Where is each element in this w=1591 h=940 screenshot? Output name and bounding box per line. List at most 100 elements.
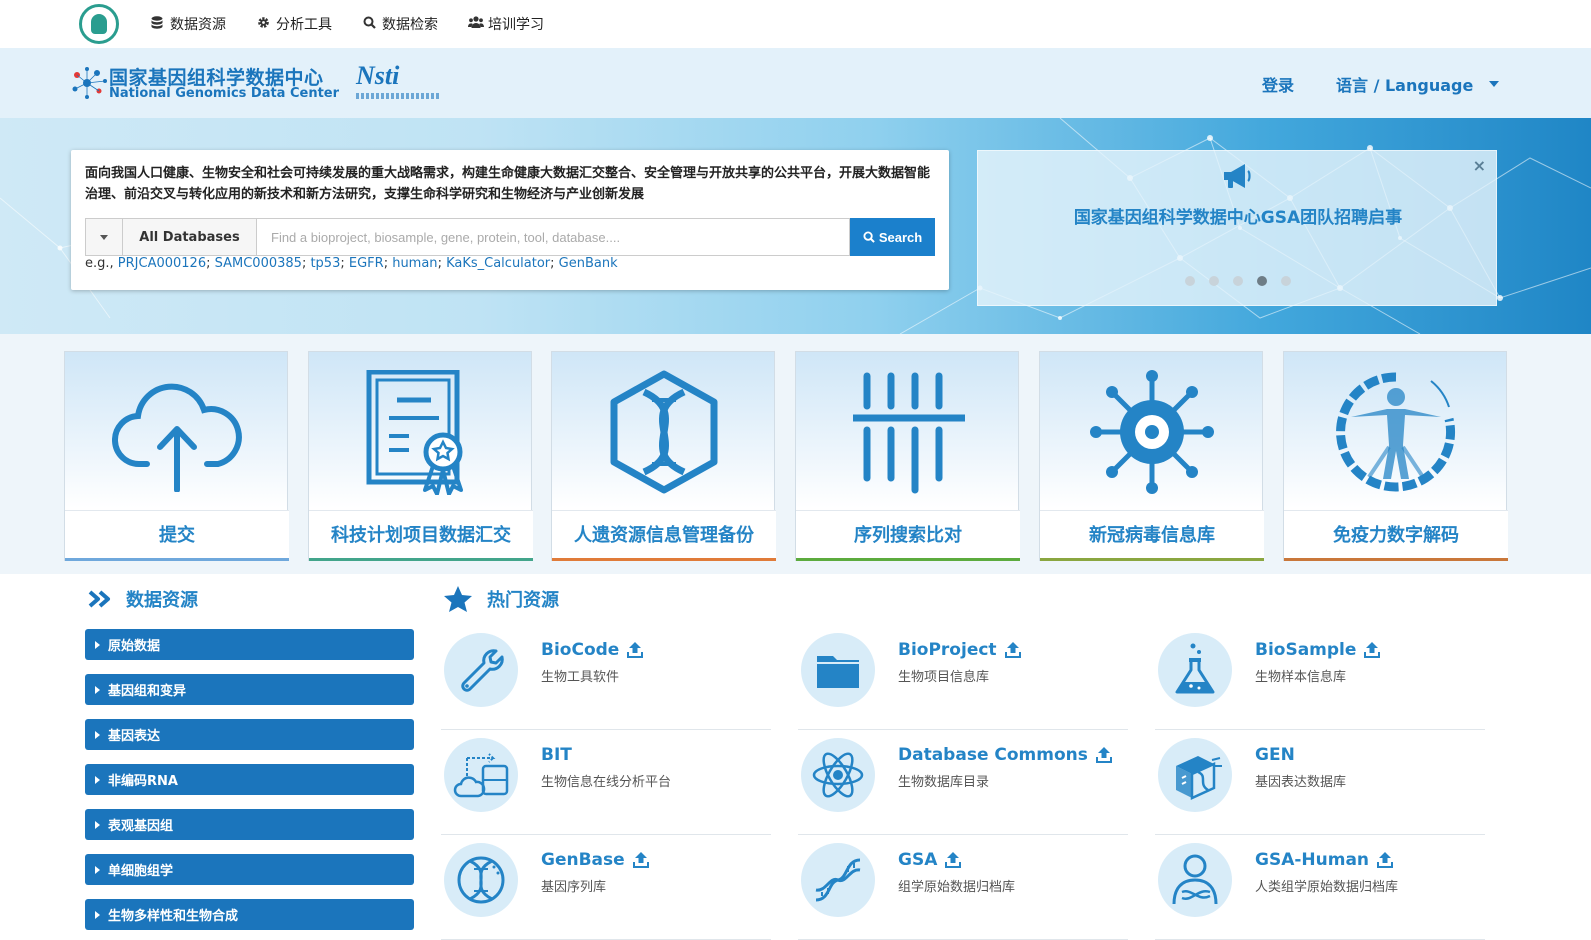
example-link[interactable]: human	[392, 256, 437, 271]
vitruvian-icon	[1336, 372, 1456, 492]
main-menu: 数据资源 分析工具 数据检索 培训学习	[150, 0, 544, 48]
menu-analysis-tools[interactable]: 分析工具	[256, 14, 332, 34]
resource-biocode[interactable]: BioCode 生物工具软件	[441, 625, 771, 730]
resource-icon-circle	[1158, 633, 1232, 707]
caret-right-icon	[95, 775, 100, 784]
caret-right-icon	[95, 910, 100, 919]
card-label: 序列搜索比对	[796, 510, 1020, 560]
category-gene-expression[interactable]: 基因表达	[85, 719, 414, 750]
resource-bit[interactable]: BIT 生物信息在线分析平台	[441, 730, 771, 835]
card-human-genetic-resources[interactable]: 人遗资源信息管理备份	[551, 351, 776, 561]
carousel-dot[interactable]	[1257, 276, 1267, 286]
example-link[interactable]: GenBank	[559, 256, 618, 271]
resource-title[interactable]: Database Commons	[898, 745, 1088, 765]
card-submit[interactable]: 提交	[64, 351, 289, 561]
carousel-dot[interactable]	[1185, 276, 1195, 286]
search-input[interactable]	[256, 218, 850, 256]
resource-description: 组学原始数据归档库	[898, 880, 1016, 895]
resource-database-commons[interactable]: Database Commons 生物数据库目录	[798, 730, 1128, 835]
carousel-dot[interactable]	[1281, 276, 1291, 286]
users-icon	[468, 15, 484, 33]
dna-hexagon-icon	[610, 370, 718, 493]
cloud-transfer-icon	[453, 753, 509, 798]
category-raw-data[interactable]: 原始数据	[85, 629, 414, 660]
upload-icon[interactable]	[1004, 641, 1021, 659]
search-examples: e.g., PRJCA000126; SAMC000385; tp53; EGF…	[85, 256, 618, 271]
upload-icon[interactable]	[1095, 746, 1112, 764]
resource-title[interactable]: GEN	[1255, 745, 1295, 765]
announcement-title[interactable]: 国家基因组科学数据中心GSA团队招聘启事	[978, 203, 1498, 228]
top-navbar: 数据资源 分析工具 数据检索 培训学习	[0, 0, 1591, 48]
card-immunity-decoding[interactable]: 免疫力数字解码	[1283, 351, 1508, 561]
upload-icon[interactable]	[627, 641, 644, 659]
category-single-cell[interactable]: 单细胞组学	[85, 854, 414, 885]
resource-title[interactable]: BioSample	[1255, 640, 1356, 660]
resource-bioproject[interactable]: BioProject 生物项目信息库	[798, 625, 1128, 730]
sequence-bars-icon	[853, 372, 965, 493]
menu-data-search[interactable]: 数据检索	[362, 14, 438, 34]
login-link[interactable]: 登录	[1262, 72, 1294, 96]
resource-description: 生物工具软件	[541, 670, 620, 685]
card-covid-database[interactable]: 新冠病毒信息库	[1039, 351, 1264, 561]
carousel-dot[interactable]	[1233, 276, 1243, 286]
data-resources-heading: 数据资源	[88, 586, 198, 612]
center-mission-text: 面向我国人口健康、生物安全和社会可持续发展的重大战略需求，构建生命健康大数据汇交…	[85, 166, 931, 202]
double-chevron-right-icon	[88, 590, 110, 608]
chevron-down-icon	[100, 234, 108, 240]
close-icon[interactable]: ×	[1473, 156, 1486, 175]
upload-icon[interactable]	[945, 851, 962, 869]
card-label: 新冠病毒信息库	[1040, 510, 1264, 560]
category-noncoding-rna[interactable]: 非编码RNA	[85, 764, 414, 795]
card-project-data-submission[interactable]: 科技计划项目数据汇交	[308, 351, 533, 561]
resource-title[interactable]: BioProject	[898, 640, 997, 660]
card-sequence-search[interactable]: 序列搜索比对	[795, 351, 1020, 561]
category-epigenome[interactable]: 表观基因组	[85, 809, 414, 840]
card-accent-bar	[65, 558, 289, 561]
search-button[interactable]: Search	[850, 218, 935, 256]
example-link[interactable]: KaKs_Calculator	[446, 256, 550, 271]
flask-icon	[1175, 643, 1215, 694]
resource-title[interactable]: BIT	[541, 745, 572, 765]
card-label: 免疫力数字解码	[1284, 510, 1508, 560]
card-label: 人遗资源信息管理备份	[552, 510, 776, 560]
resource-biosample[interactable]: BioSample 生物样本信息库	[1155, 625, 1485, 730]
database-select-toggle[interactable]	[85, 218, 122, 256]
upload-icon[interactable]	[1364, 641, 1381, 659]
gene-cube-icon	[1176, 756, 1222, 800]
cas-logo-icon[interactable]	[79, 4, 119, 44]
example-link[interactable]: EGFR	[349, 256, 384, 271]
resource-genbase[interactable]: GenBase 基因序列库	[441, 835, 771, 940]
menu-data-resources[interactable]: 数据资源	[150, 14, 226, 34]
ngdc-logo-icon	[72, 67, 107, 99]
category-genome-variation[interactable]: 基因组和变异	[85, 674, 414, 705]
language-dropdown[interactable]: 语言 / Language	[1336, 72, 1500, 96]
search-button-label: Search	[878, 229, 923, 245]
resource-icon-circle	[444, 843, 518, 917]
upload-icon[interactable]	[1377, 851, 1394, 869]
folder-icon	[817, 656, 859, 688]
resource-gen[interactable]: GEN 基因表达数据库	[1155, 730, 1485, 835]
database-select[interactable]: All Databases	[122, 218, 256, 256]
carousel-dot[interactable]	[1209, 276, 1219, 286]
menu-training[interactable]: 培训学习	[468, 14, 544, 34]
resource-title[interactable]: GenBase	[541, 850, 625, 870]
caret-right-icon	[95, 730, 100, 739]
resource-title[interactable]: GSA	[898, 850, 937, 870]
resource-title[interactable]: GSA-Human	[1255, 850, 1369, 870]
nsti-logo[interactable]: Nsti	[356, 61, 440, 103]
resource-gsa[interactable]: GSA 组学原始数据归档库	[798, 835, 1128, 940]
category-biodiversity[interactable]: 生物多样性和生物合成	[85, 899, 414, 930]
example-link[interactable]: PRJCA000126	[118, 256, 206, 271]
resource-gsa-human[interactable]: GSA-Human 人类组学原始数据归档库	[1155, 835, 1485, 940]
example-link[interactable]: SAMC000385	[215, 256, 302, 271]
resource-name: GSA	[898, 850, 962, 870]
carousel-indicators	[978, 276, 1498, 286]
example-link[interactable]: tp53	[310, 256, 340, 271]
category-label: 基因表达	[108, 729, 161, 744]
card-accent-bar	[1040, 558, 1264, 561]
search-panel: 面向我国人口健康、生物安全和社会可持续发展的重大战略需求，构建生命健康大数据汇交…	[71, 150, 949, 290]
resource-name: GenBase	[541, 850, 649, 870]
dna-circle-icon	[457, 856, 505, 904]
upload-icon[interactable]	[632, 851, 649, 869]
resource-title[interactable]: BioCode	[541, 640, 619, 660]
